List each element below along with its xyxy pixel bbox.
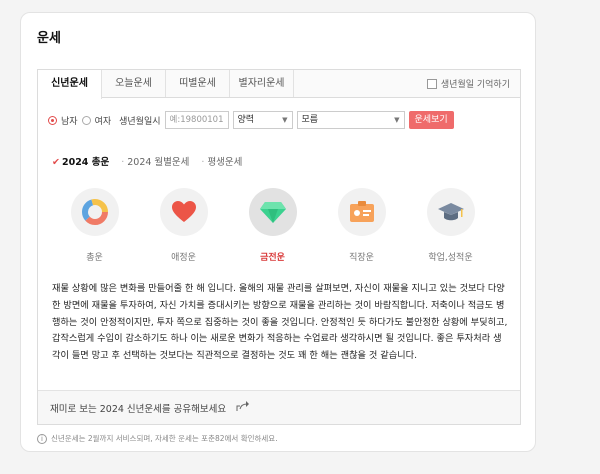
share-label: 재미로 보는 2024 신년운세를 공유해보세요 [50,403,227,415]
category-love[interactable]: 애정운 [139,188,228,263]
tab-bar: 신년운세 오늘운세 띠별운세 별자리운세 생년월일 기억하기 [38,70,520,99]
tab-zodiac-animal[interactable]: 띠별운세 [166,70,230,97]
category-label: 총운 [86,253,103,263]
chevron-down-icon: ▼ [394,116,400,124]
chevron-down-icon: ▼ [282,116,288,124]
fortune-card: 운세 신년운세 오늘운세 띠별운세 별자리운세 생년월일 기억하기 남자 여자 … [20,12,536,452]
female-radio[interactable] [81,115,91,125]
tab-today[interactable]: 오늘운세 [102,70,166,97]
check-icon: ✔ [52,157,60,168]
bullet-icon: · [121,157,125,168]
birth-time-value: 모름 [301,115,319,125]
pie-chart-icon [70,188,119,236]
share-icon[interactable] [236,400,250,415]
share-bar: 재미로 보는 2024 신년운세를 공유해보세요 [38,390,520,424]
category-work[interactable]: 직장운 [317,188,406,263]
subtab-bar: ✔ 2024 총운 · 2024 월별운세 · 평생운세 [52,154,242,168]
info-icon: i [37,433,47,444]
subtab-2024-monthly[interactable]: · 2024 월별운세 [121,154,189,168]
birthdate-input[interactable]: 예:19800101 [164,111,229,129]
category-label: 학업,성적운 [428,253,473,263]
male-radio[interactable] [48,115,57,125]
view-fortune-button[interactable]: 운세보기 [408,111,454,129]
category-label: 금전운 [260,253,285,263]
calendar-value: 양력 [237,115,255,125]
female-label: 여자 [94,116,112,127]
tab-constellation[interactable]: 별자리운세 [230,70,294,97]
fortune-widget: 신년운세 오늘운세 띠별운세 별자리운세 생년월일 기억하기 남자 여자 생년월… [37,69,521,425]
calendar-select[interactable]: 양력 ▼ [232,111,293,129]
category-overall[interactable]: 총운 [50,188,139,263]
footnote-text: 신년운세는 2월까지 서비스되며, 자세한 운세는 포춘82에서 확인하세요. [51,434,278,443]
subtab-lifetime[interactable]: · 평생운세 [201,154,242,168]
remember-label: 생년월일 기억하기 [440,80,510,90]
bullet-icon: · [201,157,205,168]
category-label: 직장운 [349,253,374,263]
fortune-description: 재물 상황에 많은 변화를 만들어줄 한 해 입니다. 올해의 재물 관리를 살… [52,283,508,362]
remember-checkbox[interactable] [426,78,437,89]
subtab-2024-overall[interactable]: ✔ 2024 총운 [52,154,109,168]
gem-icon [248,188,297,236]
heart-icon [159,188,208,236]
male-label: 남자 [61,116,78,127]
footnote: i 신년운세는 2월까지 서비스되며, 자세한 운세는 포춘82에서 확인하세요… [37,433,278,444]
category-icons: 총운 애정운 금전운 직장운 학업,성적운 [50,188,495,263]
birth-time-select[interactable]: 모름 ▼ [296,111,405,129]
category-label: 애정운 [171,253,196,263]
birth-label: 생년월일시 [119,116,161,127]
tab-new-year[interactable]: 신년운세 [38,70,102,99]
category-study[interactable]: 학업,성적운 [406,188,495,263]
remember-birthdate[interactable]: 생년월일 기억하기 [426,70,520,97]
category-money[interactable]: 금전운 [228,188,317,263]
birth-form: 남자 여자 생년월일시 예:19800101 양력 ▼ 모름 ▼ 운세보기 [48,110,454,130]
id-badge-icon [337,188,386,236]
graduation-cap-icon [426,188,475,236]
card-title: 운세 [37,31,61,46]
